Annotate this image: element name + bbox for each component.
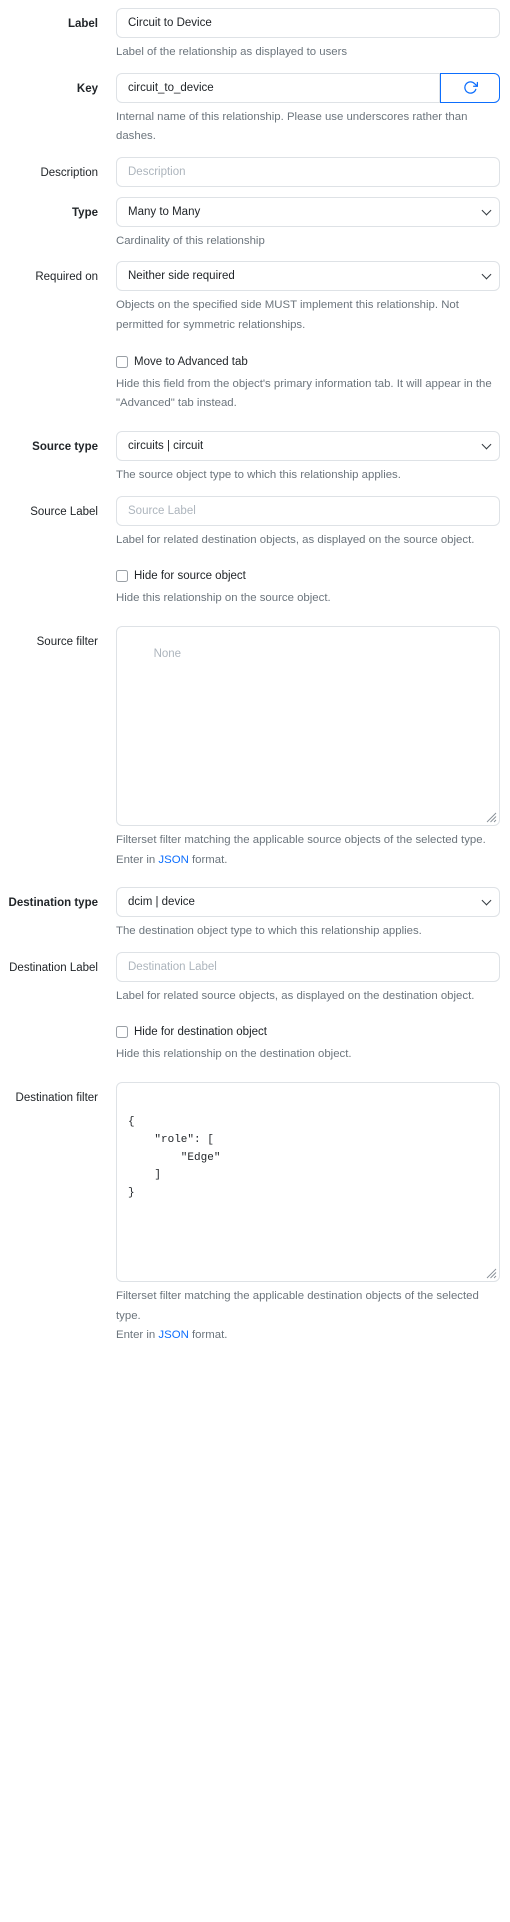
label-input[interactable]: Circuit to Device <box>116 8 500 38</box>
advanced-ui-checkbox[interactable] <box>116 355 128 368</box>
source-filter-help-prefix: Enter in <box>116 853 159 866</box>
form-row-required-on: Required on Neither side required Object… <box>6 261 504 335</box>
required-on-select[interactable]: Neither side required <box>116 261 500 292</box>
source-type-select[interactable]: circuits | circuit <box>116 430 500 461</box>
destination-type-label: Destination type <box>8 897 98 910</box>
advanced-ui-label <box>6 353 107 361</box>
source-filter-help-suffix: format. <box>188 853 228 866</box>
resize-grip-icon[interactable] <box>486 812 497 823</box>
json-link[interactable]: JSON <box>158 1329 188 1341</box>
form-row-type: Type Many to Many Cardinality of this re… <box>6 196 504 252</box>
destination-hidden-checkbox-row[interactable]: Hide for destination object <box>116 1023 500 1040</box>
destination-filter-help-json: Enter in JSON format. <box>116 1326 500 1346</box>
source-filter-label: Source filter <box>36 635 98 648</box>
source-hidden-checkbox[interactable] <box>116 570 128 583</box>
form-row-destination-hidden: Hide for destination object Hide this re… <box>6 1023 504 1065</box>
destination-type-select[interactable]: dcim | device <box>116 887 500 918</box>
form-row-destination-filter: Destination filter { "role": [ "Edge" ] … <box>6 1082 504 1346</box>
source-label-input[interactable]: Source Label <box>116 495 500 526</box>
label-help: Label of the relationship as displayed t… <box>116 46 348 58</box>
resize-grip-icon[interactable] <box>486 1268 497 1279</box>
type-label: Type <box>72 206 98 219</box>
source-filter-textarea[interactable]: None <box>116 625 500 826</box>
advanced-ui-help: Hide this field from the object's primar… <box>116 377 492 410</box>
relationship-form: Label Circuit to Device Label of the rel… <box>0 0 510 1346</box>
destination-hidden-label <box>6 1023 107 1031</box>
form-row-key: Key circuit_to_device Internal name of t… <box>6 72 504 147</box>
source-hidden-checkbox-label: Hide for source object <box>134 570 246 583</box>
source-hidden-label <box>6 567 107 575</box>
form-row-source-type: Source type circuits | circuit The sourc… <box>6 430 504 486</box>
type-help: Cardinality of this relationship <box>116 234 265 247</box>
key-help: Internal name of this relationship. Plea… <box>116 110 468 143</box>
destination-label-help: Label for related source objects, as dis… <box>116 989 475 1002</box>
destination-filter-value: { "role": [ "Edge" ] } <box>128 1116 221 1200</box>
required-on-help: Objects on the specified side MUST imple… <box>116 299 459 332</box>
label-label: Label <box>67 18 98 30</box>
destination-label-label: Destination Label <box>9 961 98 974</box>
description-label: Description <box>40 166 98 179</box>
form-row-advanced-ui: Move to Advanced tab Hide this field fro… <box>6 353 504 414</box>
description-input[interactable]: Description <box>116 156 500 187</box>
form-row-source-filter: Source filter None Filterset filter matc… <box>6 625 504 871</box>
regenerate-key-button[interactable] <box>440 72 500 103</box>
destination-filter-label: Destination filter <box>15 1092 98 1105</box>
source-type-label: Source type <box>32 440 98 453</box>
destination-hidden-checkbox-label: Hide for destination object <box>134 1026 267 1039</box>
destination-filter-help: Filterset filter matching the applicable… <box>116 1290 479 1322</box>
refresh-icon <box>463 80 478 95</box>
source-label-help: Label for related destination objects, a… <box>116 533 475 546</box>
source-filter-placeholder: None <box>153 647 182 660</box>
source-type-help: The source object type to which this rel… <box>116 468 401 481</box>
destination-filter-textarea[interactable]: { "role": [ "Edge" ] } <box>116 1082 500 1283</box>
form-row-destination-type: Destination type dcim | device The desti… <box>6 887 504 942</box>
destination-hidden-checkbox[interactable] <box>116 1026 128 1039</box>
key-input[interactable]: circuit_to_device <box>116 72 440 103</box>
json-link[interactable]: JSON <box>158 854 188 866</box>
destination-label-input[interactable]: Destination Label <box>116 951 500 982</box>
form-row-source-label: Source Label Source Label Label for rela… <box>6 495 504 551</box>
destination-filter-help-prefix: Enter in <box>116 1329 159 1342</box>
source-filter-help-json: Enter in JSON format. <box>116 851 500 871</box>
source-hidden-help: Hide this relationship on the source obj… <box>116 592 331 605</box>
source-label-label: Source Label <box>30 505 98 518</box>
required-on-label: Required on <box>35 271 98 284</box>
destination-type-help: The destination object type to which thi… <box>116 925 422 938</box>
advanced-ui-checkbox-row[interactable]: Move to Advanced tab <box>116 353 500 370</box>
key-input-group: circuit_to_device <box>116 72 500 103</box>
source-filter-help: Filterset filter matching the applicable… <box>116 833 486 846</box>
form-row-source-hidden: Hide for source object Hide this relatio… <box>6 567 504 609</box>
type-select[interactable]: Many to Many <box>116 196 500 227</box>
advanced-ui-checkbox-label: Move to Advanced tab <box>134 355 248 368</box>
key-label: Key <box>76 82 98 95</box>
source-hidden-checkbox-row[interactable]: Hide for source object <box>116 567 500 584</box>
form-row-label: Label Circuit to Device Label of the rel… <box>6 8 504 63</box>
destination-hidden-help: Hide this relationship on the destinatio… <box>116 1048 352 1061</box>
destination-filter-help-suffix: format. <box>188 1329 228 1342</box>
form-row-description: Description Description <box>6 156 504 187</box>
form-row-destination-label: Destination Label Destination Label Labe… <box>6 951 504 1007</box>
